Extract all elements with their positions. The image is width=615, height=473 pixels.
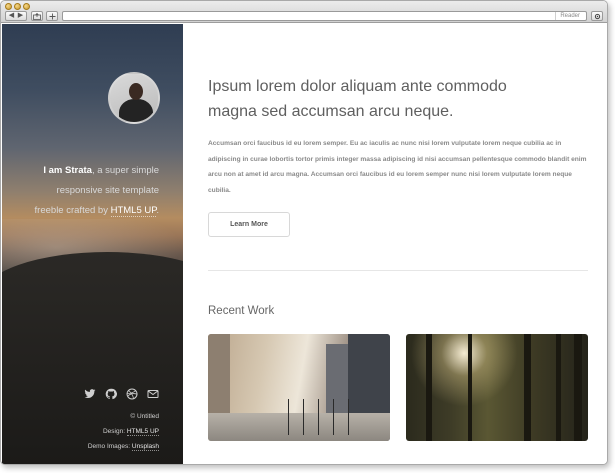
images-credit-link[interactable]: Unsplash: [131, 443, 159, 451]
plus-icon: [49, 13, 55, 20]
intro-text: I am Strata, a super simple responsive s…: [34, 165, 159, 217]
copyright-text: © Untitled: [130, 413, 159, 420]
learn-more-button[interactable]: Learn More: [208, 212, 290, 237]
add-bookmark-button[interactable]: [46, 11, 58, 21]
share-icon: [33, 12, 41, 20]
minimize-window-button[interactable]: [14, 3, 21, 10]
browser-toolbar: ◀ ▶ Reader: [1, 1, 607, 23]
social-links: [84, 388, 159, 400]
design-credit: Design: HTML5 UP: [102, 428, 159, 436]
dribbble-icon[interactable]: [126, 388, 138, 400]
github-icon[interactable]: [105, 388, 117, 400]
share-button[interactable]: [31, 11, 43, 21]
address-bar[interactable]: Reader: [62, 11, 587, 21]
browser-window: ◀ ▶ Reader I am Strata, a super simple re…: [0, 0, 608, 465]
twitter-icon[interactable]: [84, 388, 96, 400]
intro-paragraph: Accumsan orci faucibus id eu lorem sempe…: [208, 140, 587, 194]
design-credit-link[interactable]: HTML5 UP: [126, 428, 159, 436]
zoom-window-button[interactable]: [23, 3, 30, 10]
intro-name: I am Strata: [43, 165, 92, 176]
work-thumbnail-forest[interactable]: [406, 334, 588, 441]
back-forward-buttons[interactable]: ◀ ▶: [5, 11, 27, 21]
main-content: Ipsum lorem dolor aliquam ante commodo m…: [183, 24, 607, 464]
avatar[interactable]: [108, 72, 160, 124]
envelope-icon[interactable]: [147, 388, 159, 400]
html5up-link[interactable]: HTML5 UP: [110, 205, 157, 217]
section-divider: [208, 270, 588, 271]
recent-work-title: Recent Work: [208, 305, 275, 317]
page-headline: Ipsum lorem dolor aliquam ante commodo m…: [208, 78, 507, 120]
settings-button[interactable]: [591, 11, 603, 21]
back-icon[interactable]: ◀: [7, 12, 16, 20]
forward-icon[interactable]: ▶: [16, 12, 25, 20]
gear-icon: [594, 13, 600, 20]
reader-button[interactable]: Reader: [555, 12, 584, 20]
sidebar-header: I am Strata, a super simple responsive s…: [2, 24, 183, 464]
images-credit: Demo Images: Unsplash: [87, 443, 159, 451]
close-window-button[interactable]: [5, 3, 12, 10]
work-thumbnail-street[interactable]: [208, 334, 390, 441]
